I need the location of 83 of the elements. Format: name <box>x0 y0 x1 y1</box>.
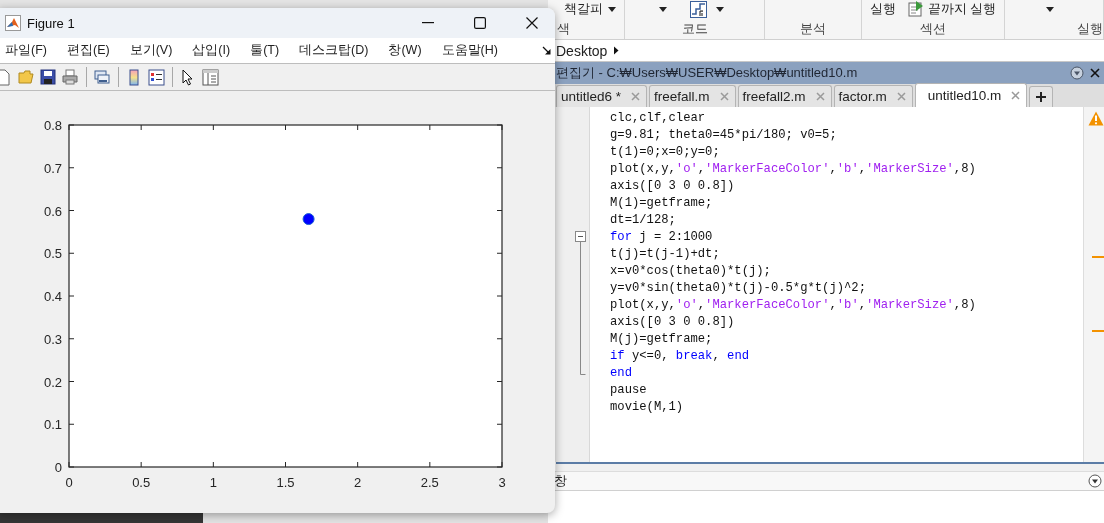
close-icon <box>526 17 538 29</box>
tick-label: 0.5 <box>43 246 62 262</box>
section-label: 코드 <box>681 19 708 38</box>
panel-title: 창 <box>554 472 567 490</box>
folder-icon[interactable] <box>18 68 35 86</box>
tick-label: 1 <box>209 475 217 490</box>
save-icon[interactable] <box>40 68 57 86</box>
menu-item[interactable]: 파일(F) <box>0 42 52 59</box>
tick-label: 0.4 <box>43 289 62 304</box>
tick-label: 0.6 <box>43 203 62 219</box>
code-line: movie(M,1) <box>610 399 685 416</box>
printer-icon[interactable] <box>62 68 79 86</box>
tick-label: 0 <box>65 475 73 490</box>
editor-tab[interactable]: factor.m <box>833 85 913 107</box>
arrow-right-icon[interactable] <box>613 46 620 55</box>
caret-icon <box>607 5 617 13</box>
code-line: axis([0 3 0 0.8]) <box>610 314 736 331</box>
editor-tab[interactable]: freefall2.m <box>737 85 832 107</box>
code-line: dt=1/128; <box>610 212 677 229</box>
code-line: M(1)=getframe; <box>610 195 714 212</box>
path-segment[interactable]: Desktop <box>556 42 608 59</box>
code-line: t(j)=t(j-1)+dt; <box>610 246 721 263</box>
panel-icon[interactable] <box>202 68 219 86</box>
section-label: 섹션 <box>920 19 946 38</box>
tick-label: 1.5 <box>276 475 295 490</box>
menu-item[interactable]: 도움말(H) <box>436 42 503 59</box>
code-line: axis([0 3 0 0.8]) <box>610 178 736 195</box>
section-label: 분석 <box>800 19 826 38</box>
plus-icon <box>1035 91 1048 103</box>
tick-label: 0.8 <box>43 118 62 133</box>
code-line: pause <box>610 382 648 399</box>
warning-icon[interactable] <box>1088 111 1104 126</box>
tick-label: 0 <box>54 460 62 475</box>
run-section-button[interactable]: 실행 <box>868 0 898 18</box>
caret-icon[interactable] <box>715 5 725 13</box>
maximize-icon <box>474 17 486 29</box>
fixed-point-icon[interactable] <box>690 0 707 18</box>
close-icon[interactable] <box>1090 68 1100 78</box>
editor-tab[interactable]: untitled6 * <box>556 85 648 107</box>
new-file-icon[interactable] <box>0 68 13 86</box>
tick-label: 0.5 <box>132 475 151 490</box>
code-line: M(j)=getframe; <box>610 331 714 348</box>
splitter-bar[interactable] <box>556 462 1104 471</box>
dock-arrow-icon[interactable] <box>542 46 551 55</box>
menu-item[interactable]: 편집(E) <box>61 42 115 59</box>
new-tab-button[interactable] <box>1029 86 1054 107</box>
legend-icon[interactable] <box>148 68 165 86</box>
code-line: if y<=0, break, end <box>610 348 750 365</box>
editor-tab[interactable]: untitled10.m <box>914 83 1028 107</box>
code-line: end <box>610 365 633 382</box>
app-icon <box>5 15 21 31</box>
menu-item[interactable]: 데스크탑(D) <box>294 42 374 59</box>
tick-label: 3 <box>498 475 506 490</box>
tick-label: 0.1 <box>43 417 62 433</box>
code-line: t(1)=0;x=0;y=0; <box>610 144 721 161</box>
menu-item[interactable]: 보기(V) <box>124 42 178 59</box>
dropdown-icon[interactable] <box>1088 474 1102 488</box>
section-label: 실행 <box>1077 19 1103 38</box>
code-line: for j = 2:1000 <box>610 229 714 246</box>
code-line: g=9.81; theta0=45*pi/180; v0=5; <box>610 127 838 144</box>
run-to-end-button[interactable]: 끝까지 실행 <box>906 0 999 18</box>
menu-item[interactable]: 삽입(I) <box>187 42 236 59</box>
caret-icon[interactable] <box>1045 5 1055 13</box>
window-title: Figure 1 <box>27 15 76 31</box>
section-label: 색 <box>557 19 570 38</box>
editor-title: 편집기 - C:₩Users₩USER₩Desktop₩untitled10.m <box>556 64 859 82</box>
tick-label: 0.2 <box>43 374 62 390</box>
code-line: y=v0*sin(theta0)*t(j)-0.5*g*t(j)^2; <box>610 280 867 297</box>
code-line: clc,clf,clear <box>610 110 707 127</box>
caret-icon[interactable] <box>658 5 668 13</box>
tick-label: 2.5 <box>420 475 439 490</box>
tick-label: 0.3 <box>43 331 62 347</box>
menu-item[interactable]: 창(W) <box>383 42 427 59</box>
code-line: plot(x,y,'o','MarkerFaceColor','b','MarkerSize',8) <box>610 297 977 314</box>
code-line: plot(x,y,'o','MarkerFaceColor','b','MarkerSize',8) <box>610 161 977 178</box>
minimize-icon <box>422 22 434 24</box>
menu-item[interactable]: 툴(T) <box>245 42 285 59</box>
fold-marker-icon[interactable] <box>575 231 586 375</box>
editor-tab[interactable]: freefall.m <box>649 85 736 107</box>
tick-label: 0.7 <box>43 160 62 176</box>
tick-label: 2 <box>354 475 362 490</box>
bookmark-button[interactable]: 책갈피 <box>562 0 619 18</box>
code-line: x=v0*cos(theta0)*t(j); <box>610 263 772 280</box>
